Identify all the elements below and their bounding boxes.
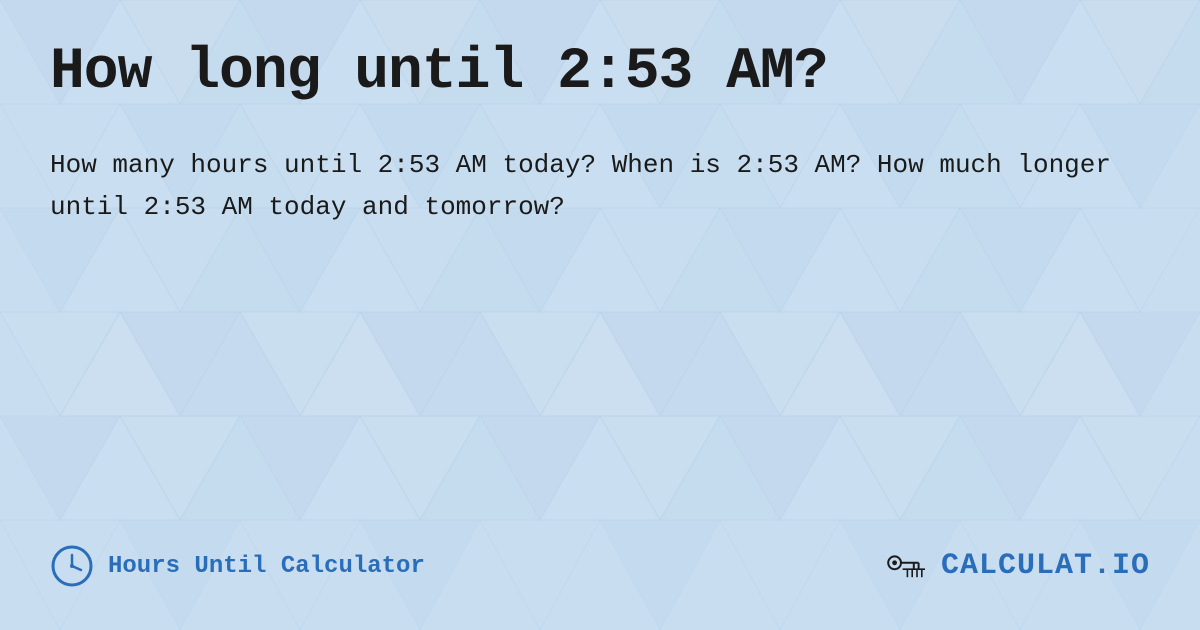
footer-branding-left: Hours Until Calculator xyxy=(50,544,425,588)
logo-icon xyxy=(885,542,933,590)
clock-icon xyxy=(50,544,94,588)
footer-label: Hours Until Calculator xyxy=(108,553,425,580)
logo-text-highlight: CALCULAT.IO xyxy=(941,549,1150,583)
page-description: How many hours until 2:53 AM today? When… xyxy=(50,145,1150,228)
logo-area: CALCULAT.IO xyxy=(885,542,1150,590)
logo-text: CALCULAT.IO xyxy=(941,549,1150,583)
page-title: How long until 2:53 AM? xyxy=(50,40,1150,105)
footer: Hours Until Calculator CALCULAT.IO xyxy=(50,542,1150,600)
